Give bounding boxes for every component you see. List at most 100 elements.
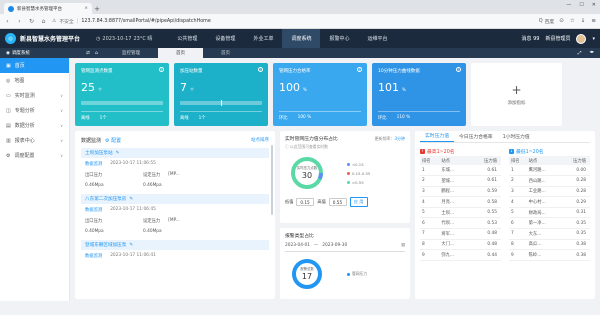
- apply-button[interactable]: 应 用: [349, 197, 368, 207]
- table-row[interactable]: 9 弥九… 0.44: [420, 249, 501, 261]
- rank-tab[interactable]: 实时压力值: [420, 132, 454, 142]
- download-icon[interactable]: ↓: [581, 18, 586, 24]
- date-range-picker[interactable]: 2023-04-01 — 2023-09-30 ▦: [285, 243, 405, 252]
- table-row[interactable]: 6 第一净… 0.35: [509, 217, 590, 230]
- site-title-bar[interactable]: 土坝加压泵站 ✎: [81, 148, 269, 158]
- high-value-input[interactable]: 0.55: [328, 198, 347, 206]
- top-nav-item[interactable]: 报警中心: [320, 29, 358, 48]
- sidebar-item[interactable]: ▭ 实时监测 ∨: [0, 88, 69, 103]
- back-icon[interactable]: ‹: [4, 18, 11, 25]
- sidebar-item[interactable]: ▣ 首页: [0, 58, 69, 73]
- legend-item[interactable]: 管网压力: [347, 271, 367, 277]
- home-tab-icon[interactable]: ⌂: [95, 51, 98, 56]
- config-button[interactable]: ⚙ 配置: [105, 137, 121, 144]
- search-engine-label: 百度: [544, 19, 555, 25]
- table-row[interactable]: 1 东城… 0.61: [420, 165, 501, 177]
- avatar[interactable]: [576, 33, 587, 44]
- top-nav-item[interactable]: 公共管理: [168, 29, 206, 48]
- top-nav-item[interactable]: 调度系统: [282, 29, 321, 48]
- rank-tab[interactable]: 1小时压力值: [498, 133, 535, 142]
- table-row[interactable]: 6 代坝… 0.53: [420, 217, 501, 230]
- fullscreen-icon[interactable]: ⤢: [578, 50, 582, 56]
- data-icon: ▤: [6, 122, 11, 129]
- url-field[interactable]: ⚠ 不安全 | 123.7.84.3:8877/smallPortal/#/pi…: [52, 16, 530, 26]
- table-row[interactable]: 2 西山路… 0.28: [509, 175, 590, 187]
- collapse-icon[interactable]: ⇄: [86, 51, 90, 56]
- info-icon[interactable]: !: [357, 67, 362, 72]
- edit-icon[interactable]: ✎: [129, 243, 133, 248]
- table-row[interactable]: 3 工业路… 0.28: [509, 186, 590, 198]
- top-nav-item[interactable]: 外业工单: [244, 29, 282, 48]
- browser-tab[interactable]: 新县智慧水务管理平台 ×: [4, 3, 92, 14]
- sidebar-item[interactable]: ▤ 数据分析 ∨: [0, 118, 69, 133]
- message-link[interactable]: 消息 99: [521, 35, 539, 42]
- site-datetime: 2023-10-17 11:06:55: [110, 161, 156, 166]
- site-title-bar[interactable]: 登城东朝区域加压泵 ✎: [81, 240, 269, 250]
- info-icon[interactable]: !: [258, 67, 263, 72]
- minimize-icon[interactable]: —: [566, 2, 571, 8]
- page-tab[interactable]: 首页: [203, 48, 248, 58]
- maximize-icon[interactable]: ☐: [579, 2, 583, 8]
- new-tab-button[interactable]: +: [92, 3, 102, 14]
- table-row[interactable]: 7 将军… 0.48: [420, 228, 501, 240]
- more-icon[interactable]: ◂▸: [589, 50, 594, 56]
- page-tab[interactable]: 监控管理: [104, 48, 158, 58]
- table-row[interactable]: 5 土坝… 0.55: [420, 207, 501, 219]
- stat-card[interactable]: 10分钟压力曲线数据! 101% 环比 110 %: [372, 63, 466, 126]
- legend-item[interactable]: >0.55: [347, 180, 370, 185]
- table-row[interactable]: 9 陈岭… 0.38: [509, 249, 590, 261]
- top-nav-item[interactable]: 设备管理: [206, 29, 244, 48]
- sidebar-item[interactable]: ◫ 专题分析 ∨: [0, 103, 69, 118]
- top-nav-item[interactable]: 运维平台: [358, 29, 396, 48]
- page-tab[interactable]: 首页: [158, 48, 203, 58]
- pressure-cell: 0.53: [466, 217, 501, 230]
- close-window-icon[interactable]: ✕: [592, 2, 596, 8]
- info-icon[interactable]: !: [159, 67, 164, 72]
- clock-icon: ◷: [96, 35, 101, 42]
- table-row[interactable]: 5 财政局… 0.31: [509, 207, 590, 219]
- add-metric-button[interactable]: + 添加指标: [471, 63, 562, 126]
- stat-card[interactable]: 加压站数量! 7 个离线 1个: [174, 63, 268, 126]
- site-sort-link[interactable]: 站点排序: [251, 137, 269, 143]
- home-nav-icon[interactable]: ⌂: [40, 18, 47, 25]
- browser-search[interactable]: Q 百度: [539, 18, 554, 25]
- scrollbar[interactable]: [271, 145, 273, 215]
- forward-icon[interactable]: ›: [16, 18, 23, 25]
- setpoint-label: 设定压力: [143, 218, 161, 224]
- table-row[interactable]: 2 望城… 0.61: [420, 175, 501, 187]
- table-row[interactable]: 4 中心村… 0.29: [509, 196, 590, 208]
- legend-item[interactable]: <0.15: [347, 162, 370, 167]
- site-section-label: 数据监测: [85, 161, 103, 167]
- column-header: 站点: [439, 156, 467, 165]
- date-to: 2023-09-30: [322, 243, 348, 248]
- table-row[interactable]: 8 高瓜… 0.38: [509, 239, 590, 251]
- low-value-input[interactable]: 0.15: [296, 198, 315, 206]
- extension-icon[interactable]: ⊙: [559, 18, 564, 24]
- sidebar-item[interactable]: ◎ 地图: [0, 73, 69, 88]
- bookmark-icon[interactable]: ☆: [570, 18, 575, 24]
- reload-icon[interactable]: ↻: [28, 18, 35, 25]
- user-name[interactable]: 新县管理员: [545, 35, 570, 42]
- stat-card[interactable]: 管网监测点数量! 25 个离线 1个: [75, 63, 169, 126]
- menu-icon[interactable]: ≡: [591, 18, 596, 24]
- pressure-cell: 0.44: [466, 249, 501, 261]
- table-row[interactable]: 3 鹏程… 0.59: [420, 186, 501, 198]
- close-tab-icon[interactable]: ×: [84, 6, 88, 11]
- legend-item[interactable]: 0.15-0.55: [347, 171, 370, 176]
- sidebar-item[interactable]: ▥ 报表中心 ∨: [0, 133, 69, 148]
- edit-icon[interactable]: ✎: [116, 151, 120, 156]
- table-row[interactable]: 7 大东… 0.35: [509, 228, 590, 240]
- info-icon[interactable]: !: [456, 67, 461, 72]
- table-row[interactable]: 8 大门… 0.48: [420, 239, 501, 251]
- site-title-bar[interactable]: 八东第二次加压泵房 ✎: [81, 194, 269, 204]
- chevron-down-icon[interactable]: ▾: [592, 36, 595, 42]
- edit-icon[interactable]: ✎: [129, 197, 133, 202]
- rank-tab[interactable]: 今日压力合格率: [454, 133, 498, 142]
- sidebar-item[interactable]: ⚙ 调度配置 ∨: [0, 148, 69, 163]
- table-row[interactable]: 4 月亮… 0.58: [420, 196, 501, 208]
- refresh-value[interactable]: 3分钟: [394, 136, 405, 141]
- legend-swatch: [347, 272, 350, 276]
- stat-card[interactable]: 管网压力合格率! 100% 环比 100 %: [273, 63, 367, 126]
- high-rank-table: 排名 站点 压力值 1 东城… 0.61 2 望城… 0.61 3 鹏程… 0.59 4 月亮… 0.58 5…: [420, 156, 501, 261]
- table-row[interactable]: 1 鹰河路… 0.00: [509, 165, 590, 177]
